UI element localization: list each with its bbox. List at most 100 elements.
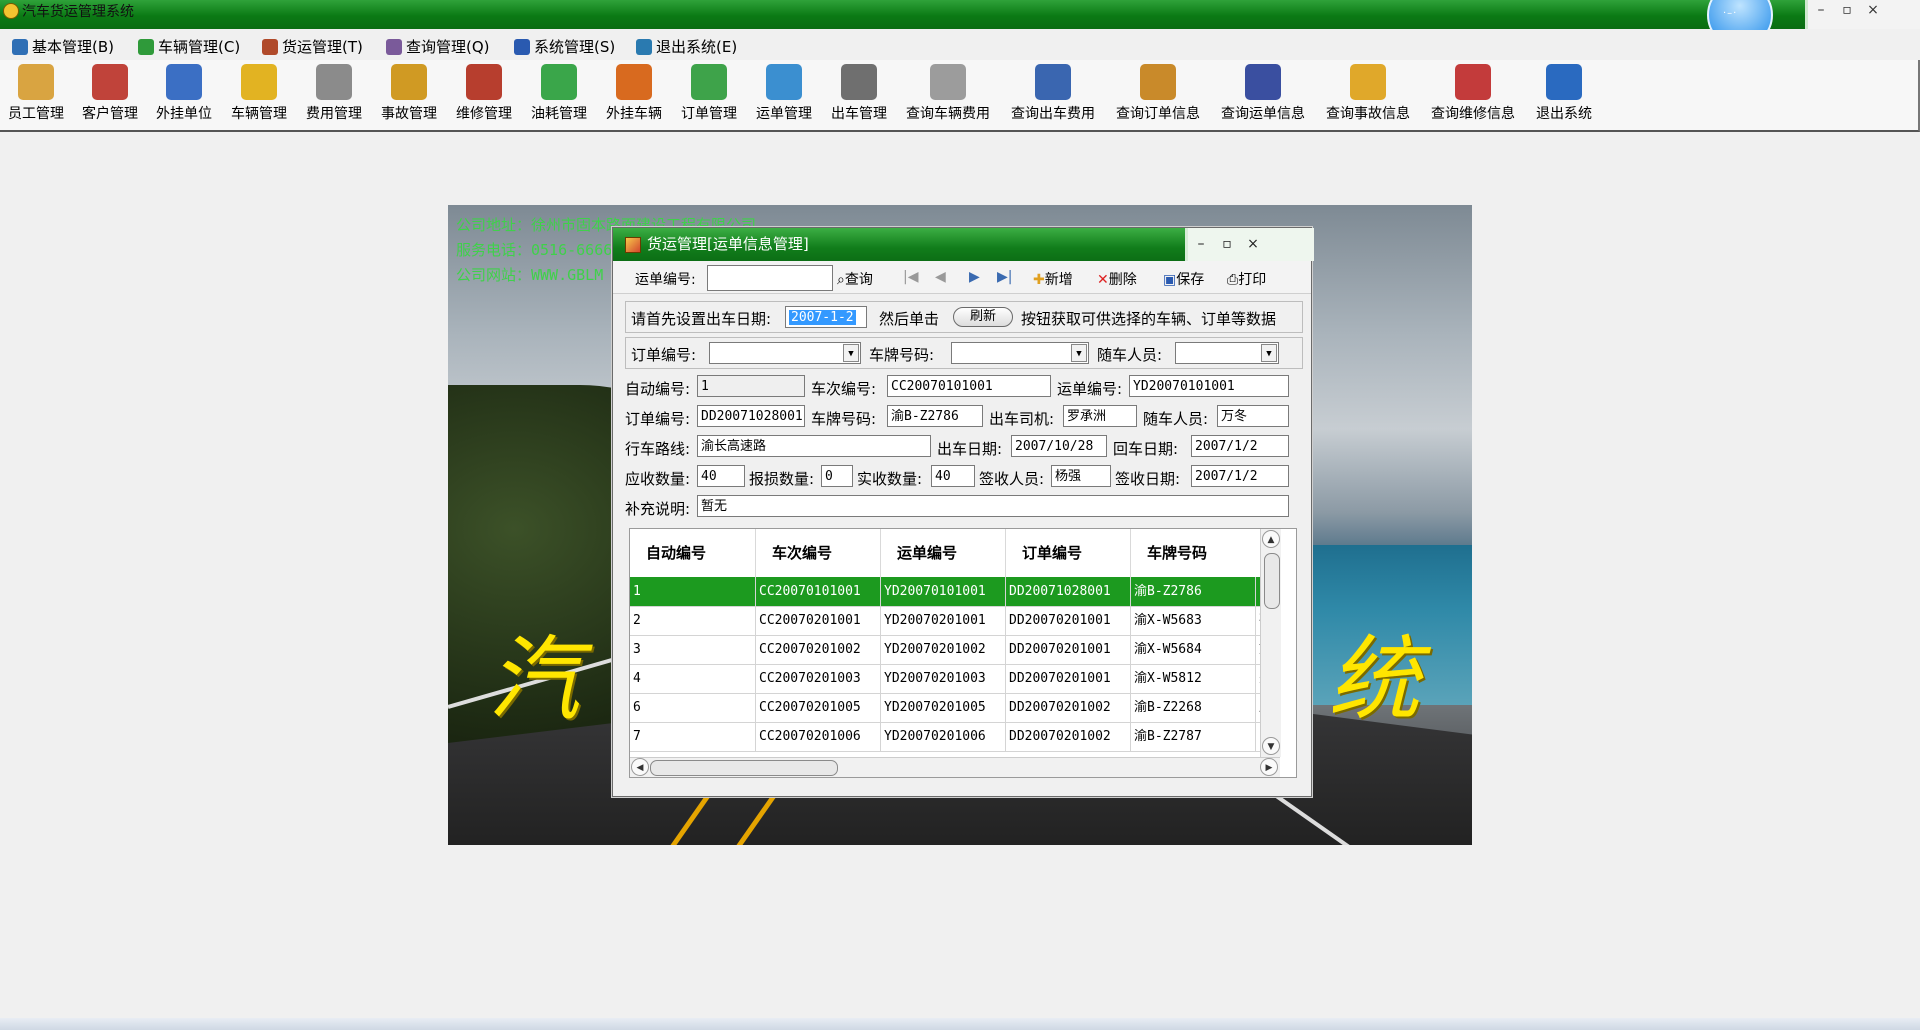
scroll-thumb-horizontal[interactable] [650, 760, 838, 776]
app-title-bar: 汽车货运管理系统 – ▫ × [0, 0, 1920, 29]
menu-freight[interactable]: 货运管理(T) [262, 36, 363, 57]
sign-date-field[interactable]: 2007/1/2 [1191, 465, 1289, 487]
table-row[interactable]: 7 CC20070201006 YD20070201006 DD20070201… [630, 722, 1268, 752]
save-icon: ▣ [1163, 272, 1177, 288]
toolbar-dispatch[interactable]: 出车管理 [831, 64, 887, 123]
menu-query[interactable]: 查询管理(Q) [386, 36, 490, 57]
return-date-field[interactable]: 2007/1/2 [1191, 435, 1289, 457]
waybill-no-field[interactable]: YD20070101001 [1129, 375, 1289, 397]
col-header-order-no[interactable]: 订单编号 [1006, 529, 1131, 577]
table-row[interactable]: 1 CC20070101001 YD20070101001 DD20071028… [630, 577, 1268, 607]
table-row[interactable]: 4 CC20070201003 YD20070201003 DD20070201… [630, 664, 1268, 694]
chevron-down-icon: ▼ [1071, 344, 1087, 362]
toolbar-repair[interactable]: 维修管理 [456, 64, 512, 123]
menu-vehicle[interactable]: 车辆管理(C) [138, 36, 240, 57]
due-qty-field[interactable]: 40 [697, 465, 745, 487]
toolbar-vehicle[interactable]: 车辆管理 [231, 64, 287, 123]
cell-order-no: DD20070201001 [1006, 606, 1131, 635]
toolbar-query-repair[interactable]: 查询维修信息 [1431, 64, 1515, 123]
driver-field[interactable]: 罗承洲 [1063, 405, 1137, 427]
waybill-grid: 自动编号 车次编号 运单编号 订单编号 车牌号码 1 CC20070101001… [629, 528, 1297, 778]
toolbar-external-unit[interactable]: 外挂单位 [156, 64, 212, 123]
toolbar-fuel[interactable]: 油耗管理 [531, 64, 587, 123]
query-button[interactable]: ⌕查询 [837, 269, 873, 289]
search-input[interactable] [707, 265, 833, 291]
toolbar-accident[interactable]: 事故管理 [381, 64, 437, 123]
order-select[interactable]: ▼ [709, 342, 861, 364]
trip-no-field[interactable]: CC20070101001 [887, 375, 1051, 397]
dialog-minimize-button[interactable]: – [1188, 228, 1214, 261]
col-header-plate[interactable]: 车牌号码 [1131, 529, 1260, 577]
staff-field[interactable]: 万冬 [1217, 405, 1289, 427]
scroll-thumb-vertical[interactable] [1264, 553, 1280, 609]
actual-qty-field[interactable]: 40 [931, 465, 975, 487]
menu-exit[interactable]: 退出系统(E) [636, 36, 737, 57]
refresh-button[interactable]: 刷新 [953, 307, 1013, 327]
menu-system[interactable]: 系统管理(S) [514, 36, 615, 57]
toolbar-label: 维修管理 [456, 106, 512, 122]
minimize-button[interactable]: – [1808, 0, 1834, 20]
query-label: 查询 [844, 272, 873, 288]
toolbar-query-waybill[interactable]: 查询运单信息 [1221, 64, 1305, 123]
save-label: 保存 [1176, 272, 1205, 288]
toolbar-customer[interactable]: 客户管理 [82, 64, 138, 123]
print-button[interactable]: ⎙打印 [1227, 269, 1266, 289]
toolbar-waybill[interactable]: 运单管理 [756, 64, 812, 123]
toolbar-query-order[interactable]: 查询订单信息 [1116, 64, 1200, 123]
note-field[interactable]: 暂无 [697, 495, 1289, 517]
dialog-close-button[interactable]: × [1240, 228, 1266, 261]
route-field[interactable]: 渝长高速路 [697, 435, 931, 457]
auto-id-field[interactable]: 1 [697, 375, 805, 397]
col-header-trip-no[interactable]: 车次编号 [756, 529, 881, 577]
delete-button[interactable]: ✕删除 [1097, 269, 1137, 289]
dialog-maximize-button[interactable]: ▫ [1214, 228, 1240, 261]
last-record-button[interactable]: ▶| [997, 269, 1012, 285]
order-no-field[interactable]: DD20071028001 [697, 405, 805, 427]
plate-label: 车牌号码: [811, 410, 877, 428]
scroll-up-icon[interactable]: ▲ [1262, 530, 1280, 548]
col-header-waybill-no[interactable]: 运单编号 [881, 529, 1006, 577]
next-record-button[interactable]: ▶ [969, 269, 980, 285]
out-date-field[interactable]: 2007/10/28 [1011, 435, 1107, 457]
grid-vertical-scrollbar[interactable]: ▲ ▼ [1260, 529, 1281, 757]
toolbar-label: 查询出车费用 [1011, 106, 1095, 122]
cell-plate: 渝X-W5812 [1131, 664, 1256, 693]
toolbar-order[interactable]: 订单管理 [681, 64, 737, 123]
plate-select[interactable]: ▼ [951, 342, 1089, 364]
damage-qty-field[interactable]: 0 [821, 465, 853, 487]
plate-field[interactable]: 渝B-Z2786 [887, 405, 983, 427]
toolbar-query-vehicle-cost[interactable]: 查询车辆费用 [906, 64, 990, 123]
cell-auto-id: 3 [630, 635, 756, 664]
toolbar-label: 油耗管理 [531, 106, 587, 122]
close-button[interactable]: × [1860, 0, 1886, 20]
order-icon [691, 64, 727, 100]
table-row[interactable]: 3 CC20070201002 YD20070201002 DD20070201… [630, 635, 1268, 665]
save-button[interactable]: ▣保存 [1163, 269, 1204, 289]
out-date-picker[interactable]: 2007-1-2 [785, 306, 867, 328]
scroll-left-icon[interactable]: ◀ [631, 758, 649, 776]
cell-order-no: DD20070201001 [1006, 635, 1131, 664]
date-prompt: 请首先设置出车日期: [631, 310, 772, 328]
toolbar-expense[interactable]: 费用管理 [306, 64, 362, 123]
toolbar-query-dispatch-cost[interactable]: 查询出车费用 [1011, 64, 1095, 123]
grid-horizontal-scrollbar[interactable]: ◀ ▶ [630, 757, 1280, 777]
menu-basic[interactable]: 基本管理(B) [12, 36, 114, 57]
toolbar-exit[interactable]: 退出系统 [1536, 64, 1592, 123]
table-row[interactable]: 2 CC20070201001 YD20070201001 DD20070201… [630, 606, 1268, 636]
first-record-button[interactable]: |◀ [903, 269, 918, 285]
add-button[interactable]: ✚新增 [1033, 269, 1073, 289]
receiver-field[interactable]: 杨强 [1051, 465, 1111, 487]
toolbar-employee[interactable]: 员工管理 [8, 64, 64, 123]
scroll-down-icon[interactable]: ▼ [1262, 737, 1280, 755]
staff-select[interactable]: ▼ [1175, 342, 1279, 364]
note-label: 补充说明: [625, 500, 691, 518]
return-date-label: 回车日期: [1113, 440, 1179, 458]
col-header-auto-id[interactable]: 自动编号 [630, 529, 756, 577]
table-row[interactable]: 6 CC20070201005 YD20070201005 DD20070201… [630, 693, 1268, 723]
prev-record-button[interactable]: ◀ [935, 269, 946, 285]
app-title: 汽车货运管理系统 [22, 4, 134, 20]
toolbar-external-vehicle[interactable]: 外挂车辆 [606, 64, 662, 123]
toolbar-query-accident[interactable]: 查询事故信息 [1326, 64, 1410, 123]
maximize-button[interactable]: ▫ [1834, 0, 1860, 20]
scroll-right-icon[interactable]: ▶ [1260, 758, 1278, 776]
